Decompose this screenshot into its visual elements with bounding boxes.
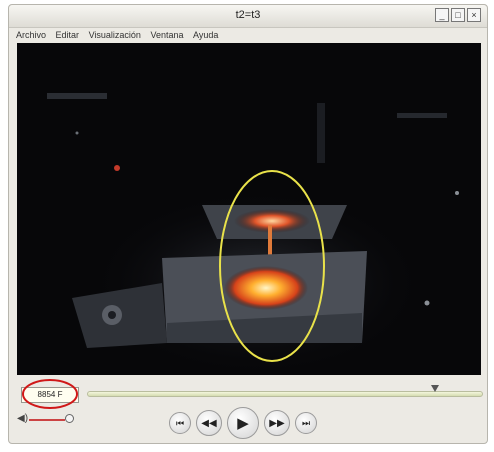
video-frame bbox=[17, 43, 481, 375]
menu-editar[interactable]: Editar bbox=[56, 30, 80, 40]
maximize-button[interactable]: □ bbox=[451, 8, 465, 22]
playback-controls: ⏮ ◀◀ ▶ ▶▶ ⏭ bbox=[169, 407, 317, 439]
control-bar: 8854 F ◀) ⏮ ◀◀ ▶ ▶▶ ⏭ bbox=[9, 379, 487, 445]
menu-archivo[interactable]: Archivo bbox=[16, 30, 46, 40]
window-title: t2=t3 bbox=[235, 9, 261, 21]
minimize-button[interactable]: _ bbox=[435, 8, 449, 22]
rewind-button[interactable]: ◀◀ bbox=[196, 410, 222, 436]
play-button[interactable]: ▶ bbox=[227, 407, 259, 439]
title-bar: t2=t3 _ □ × bbox=[9, 5, 487, 28]
player-window: t2=t3 _ □ × Archivo Editar Visualización… bbox=[8, 4, 488, 444]
seek-thumb[interactable] bbox=[431, 385, 440, 392]
menu-ayuda[interactable]: Ayuda bbox=[193, 30, 218, 40]
seek-bar[interactable] bbox=[87, 391, 483, 397]
volume-knob[interactable] bbox=[65, 414, 74, 423]
close-button[interactable]: × bbox=[467, 8, 481, 22]
window-controls: _ □ × bbox=[435, 8, 481, 22]
time-highlight-circle bbox=[22, 379, 78, 409]
volume-icon[interactable]: ◀) bbox=[17, 413, 28, 424]
volume-slider[interactable] bbox=[29, 419, 65, 421]
menu-ventana[interactable]: Ventana bbox=[150, 30, 183, 40]
next-button[interactable]: ⏭ bbox=[295, 412, 317, 434]
previous-button[interactable]: ⏮ bbox=[169, 412, 191, 434]
menu-bar: Archivo Editar Visualización Ventana Ayu… bbox=[9, 27, 487, 43]
fast-forward-button[interactable]: ▶▶ bbox=[264, 410, 290, 436]
menu-visualizacion[interactable]: Visualización bbox=[89, 30, 141, 40]
video-scene bbox=[17, 43, 481, 375]
